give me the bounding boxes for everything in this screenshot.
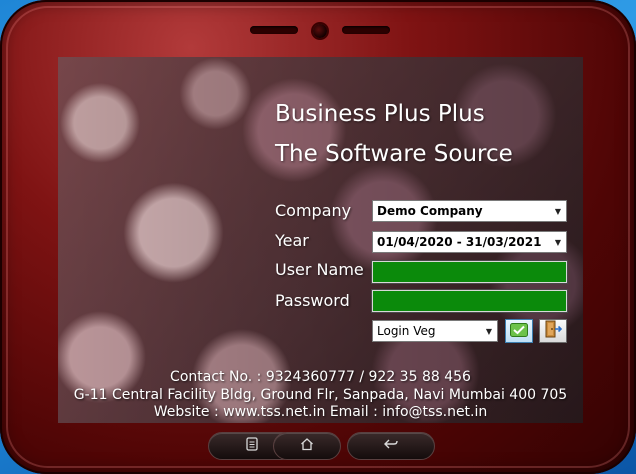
exit-button[interactable] xyxy=(539,319,567,343)
year-label: Year xyxy=(275,231,309,250)
chevron-down-icon: ▼ xyxy=(485,326,493,336)
login-type-value: Login Veg xyxy=(377,324,436,338)
contact-text: Contact No. : 9324360777 / 922 35 88 456 xyxy=(170,369,471,385)
password-input[interactable] xyxy=(371,289,568,313)
exit-door-icon xyxy=(544,320,563,342)
nav-home-button[interactable] xyxy=(273,432,341,460)
company-label: Company xyxy=(275,201,352,220)
year-value: 01/04/2020 - 31/03/2021 xyxy=(377,235,542,249)
app-subtitle: The Software Source xyxy=(275,141,513,167)
login-screen: Business Plus Plus The Software Source C… xyxy=(58,57,583,423)
website-email-text: Website : www.tss.net.in Email : info@ts… xyxy=(153,404,488,420)
home-icon xyxy=(300,437,314,455)
login-type-select[interactable]: Login Veg ▼ xyxy=(372,320,498,342)
nav-back-button[interactable] xyxy=(347,432,435,460)
username-label: User Name xyxy=(275,260,364,279)
chevron-down-icon: ▼ xyxy=(554,206,562,216)
password-label: Password xyxy=(275,291,350,310)
chevron-down-icon: ▼ xyxy=(554,237,562,247)
year-select[interactable]: 01/04/2020 - 31/03/2021 ▼ xyxy=(372,231,567,253)
app-title: Business Plus Plus xyxy=(275,101,485,127)
speaker-grille xyxy=(342,26,390,34)
camera-icon xyxy=(313,24,327,38)
checkmark-icon xyxy=(510,322,528,341)
tablet-frame: Business Plus Plus The Software Source C… xyxy=(0,0,636,474)
menu-icon xyxy=(245,437,259,455)
speaker-grille xyxy=(250,26,298,34)
back-icon xyxy=(383,437,399,455)
address-text: G-11 Central Facility Bldg, Ground Flr, … xyxy=(73,387,568,403)
login-ok-button[interactable] xyxy=(505,319,533,343)
company-value: Demo Company xyxy=(377,204,483,218)
company-select[interactable]: Demo Company ▼ xyxy=(372,200,567,222)
username-input[interactable] xyxy=(371,260,568,284)
